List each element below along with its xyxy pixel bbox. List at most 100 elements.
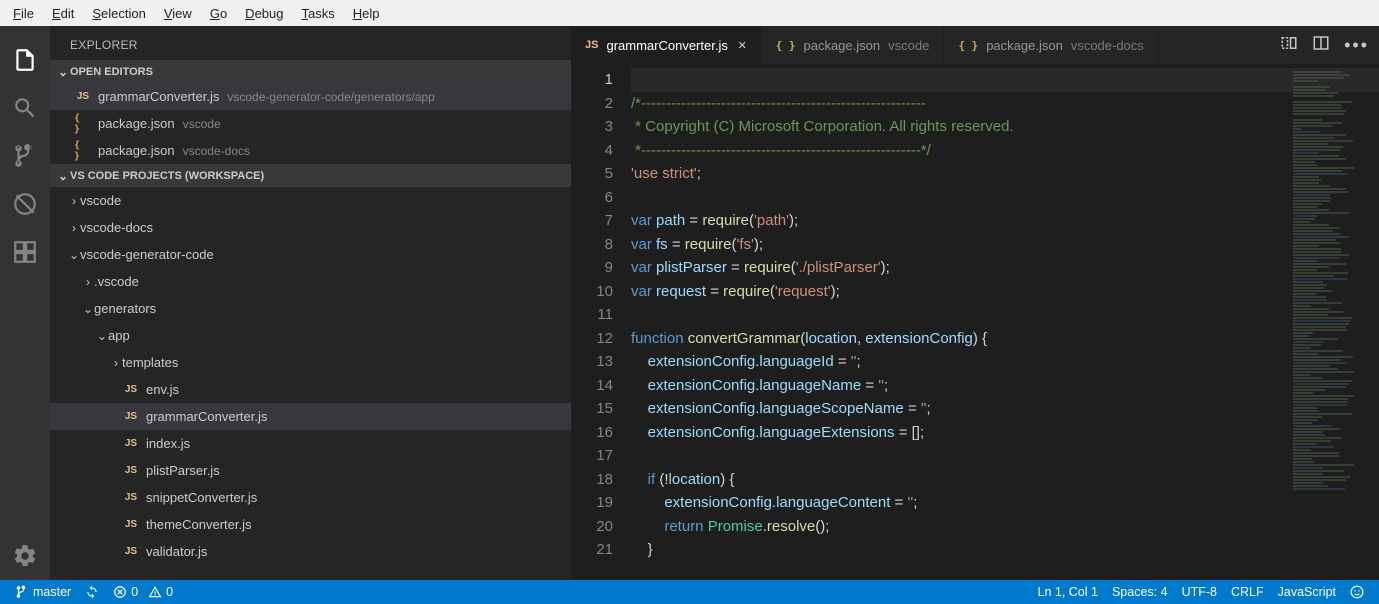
menubar: FileEditSelectionViewGoDebugTasksHelp <box>0 0 1379 26</box>
folder-item[interactable]: ⌄app <box>50 322 571 349</box>
open-editor-item[interactable]: JSgrammarConverter.jsvscode-generator-co… <box>50 83 571 110</box>
open-editor-item[interactable]: { } package.json vscode <box>50 110 571 137</box>
file-icon: JS <box>122 465 140 476</box>
split-editor-icon[interactable] <box>1312 34 1330 57</box>
warning-count: 0 <box>166 585 173 599</box>
workspace-header[interactable]: ⌄VS CODE PROJECTS (WORKSPACE) <box>50 164 571 187</box>
source-control-icon[interactable] <box>0 132 50 180</box>
folder-item[interactable]: ›.vscode <box>50 268 571 295</box>
menu-selection[interactable]: Selection <box>83 3 154 24</box>
extensions-icon[interactable] <box>0 228 50 276</box>
tab-actions: ••• <box>1280 26 1379 64</box>
item-label: vscode-docs <box>80 220 153 235</box>
feedback-icon[interactable] <box>1343 580 1371 604</box>
eol[interactable]: CRLF <box>1224 580 1271 604</box>
file-icon: { } <box>958 39 978 52</box>
open-editor-item[interactable]: { } package.json vscode-docs <box>50 137 571 164</box>
file-item[interactable]: JS grammarConverter.js <box>50 403 571 430</box>
item-label: snippetConverter.js <box>146 490 257 505</box>
item-label: app <box>108 328 130 343</box>
chevron-icon: › <box>68 221 80 235</box>
file-icon: JS <box>122 411 140 422</box>
folder-item[interactable]: ›templates <box>50 349 571 376</box>
item-label: grammarConverter.js <box>146 409 267 424</box>
activity-bar <box>0 26 50 580</box>
folder-item[interactable]: ⌄vscode-generator-code <box>50 241 571 268</box>
tab-desc: vscode-docs <box>1071 38 1144 53</box>
more-actions-icon[interactable]: ••• <box>1344 35 1369 56</box>
editor-tab[interactable]: { }package.jsonvscode-docs <box>944 26 1158 64</box>
file-path: vscode-generator-code/generators/app <box>227 90 434 104</box>
item-label: validator.js <box>146 544 207 559</box>
chevron-icon: › <box>82 275 94 289</box>
editor-tab[interactable]: JSgrammarConverter.js× <box>571 26 762 64</box>
open-editors-label: OPEN EDITORS <box>70 66 153 78</box>
tab-label: package.json <box>803 38 880 53</box>
item-label: .vscode <box>94 274 139 289</box>
code-editor[interactable]: 123456789101112131415161718192021 /*----… <box>571 64 1379 580</box>
file-item[interactable]: JS snippetConverter.js <box>50 484 571 511</box>
item-label: templates <box>122 355 178 370</box>
status-bar: master 0 0 Ln 1, Col 1 Spaces: 4 UTF-8 C… <box>0 580 1379 604</box>
indentation[interactable]: Spaces: 4 <box>1105 580 1175 604</box>
sidebar-explorer: EXPLORER ⌄OPEN EDITORS JSgrammarConverte… <box>50 26 571 580</box>
file-item[interactable]: JSplistParser.js <box>50 457 571 484</box>
tab-desc: vscode <box>888 38 929 53</box>
problems[interactable]: 0 0 <box>106 580 180 604</box>
code-content[interactable]: /*--------------------------------------… <box>631 64 1379 580</box>
file-name: package.json <box>98 143 175 158</box>
close-icon[interactable]: × <box>738 37 747 54</box>
item-label: vscode <box>80 193 121 208</box>
error-count: 0 <box>131 585 138 599</box>
file-path: vscode <box>183 117 221 131</box>
file-icon: { } <box>74 113 92 135</box>
debug-icon[interactable] <box>0 180 50 228</box>
item-label: env.js <box>146 382 179 397</box>
main: EXPLORER ⌄OPEN EDITORS JSgrammarConverte… <box>0 26 1379 580</box>
file-icon: { } <box>74 140 92 162</box>
search-icon[interactable] <box>0 84 50 132</box>
cursor-position[interactable]: Ln 1, Col 1 <box>1031 580 1105 604</box>
menu-debug[interactable]: Debug <box>236 3 292 24</box>
folder-item[interactable]: ⌄generators <box>50 295 571 322</box>
chevron-icon: › <box>110 356 122 370</box>
file-path: vscode-docs <box>183 144 250 158</box>
file-name: grammarConverter.js <box>98 89 219 104</box>
folder-item[interactable]: ›vscode <box>50 187 571 214</box>
git-branch[interactable]: master <box>8 580 78 604</box>
compare-icon[interactable] <box>1280 34 1298 57</box>
explorer-title: EXPLORER <box>50 26 571 60</box>
file-icon: JS <box>122 384 140 395</box>
menu-tasks[interactable]: Tasks <box>292 3 343 24</box>
file-tree: ›vscode›vscode-docs⌄vscode-generator-cod… <box>50 187 571 565</box>
file-icon: JS <box>122 492 140 503</box>
item-label: themeConverter.js <box>146 517 252 532</box>
menu-help[interactable]: Help <box>344 3 389 24</box>
explorer-icon[interactable] <box>0 36 50 84</box>
menu-edit[interactable]: Edit <box>43 3 83 24</box>
chevron-icon: ⌄ <box>82 302 94 316</box>
chevron-icon: › <box>68 194 80 208</box>
item-label: generators <box>94 301 156 316</box>
file-icon: JS <box>122 519 140 530</box>
menu-file[interactable]: File <box>4 3 43 24</box>
file-icon: JS <box>122 546 140 557</box>
file-item[interactable]: JS env.js <box>50 376 571 403</box>
menu-view[interactable]: View <box>155 3 201 24</box>
editor-tab[interactable]: { } package.json vscode <box>762 26 945 64</box>
chevron-icon: ⌄ <box>68 248 80 262</box>
file-icon: { } <box>776 39 796 52</box>
open-editors-header[interactable]: ⌄OPEN EDITORS <box>50 60 571 83</box>
file-item[interactable]: JSindex.js <box>50 430 571 457</box>
branch-name: master <box>33 585 71 599</box>
file-name: package.json <box>98 116 175 131</box>
sync-button[interactable] <box>78 580 106 604</box>
file-item[interactable]: JS validator.js <box>50 538 571 565</box>
file-item[interactable]: JS themeConverter.js <box>50 511 571 538</box>
settings-gear-icon[interactable] <box>0 532 50 580</box>
menu-go[interactable]: Go <box>201 3 236 24</box>
folder-item[interactable]: ›vscode-docs <box>50 214 571 241</box>
language-mode[interactable]: JavaScript <box>1271 580 1343 604</box>
encoding[interactable]: UTF-8 <box>1175 580 1224 604</box>
item-label: index.js <box>146 436 190 451</box>
